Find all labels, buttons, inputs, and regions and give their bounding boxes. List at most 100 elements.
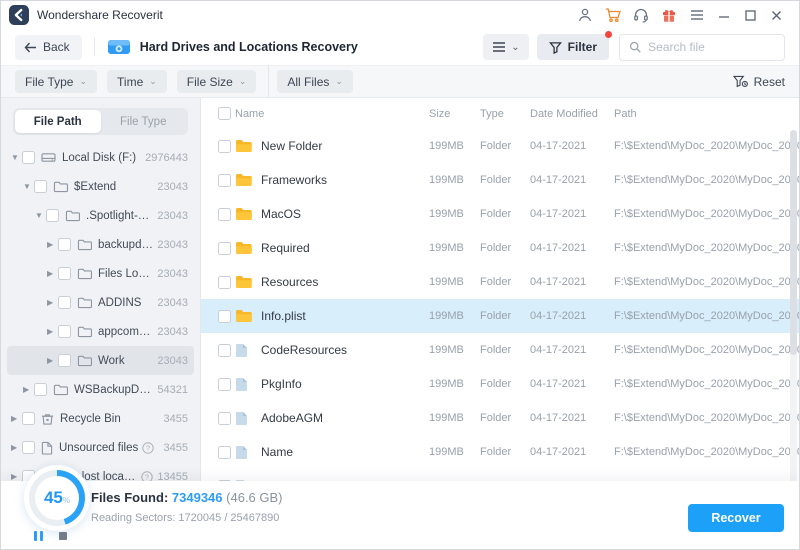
tree-item-work[interactable]: ▶ Work 23043 xyxy=(7,346,194,375)
table-row[interactable]: AdobeAGM 199MB Folder 04-17-2021 F:\$Extend\… xyxy=(201,401,799,435)
gift-icon[interactable] xyxy=(655,3,683,27)
collapse-arrow-icon[interactable]: ▶ xyxy=(47,298,58,307)
tree-checkbox[interactable] xyxy=(22,441,35,454)
column-date-modified[interactable]: Date Modified xyxy=(530,108,614,120)
tab-file-type[interactable]: File Type xyxy=(101,110,187,133)
filter-button[interactable]: Filter xyxy=(536,31,612,60)
minimize-button[interactable] xyxy=(711,3,737,27)
table-row[interactable]: Info.plist 199MB Folder 04-17-2021 F:\$Exten… xyxy=(201,299,799,333)
table-row[interactable]: PkgInfo 199MB Folder 04-17-2021 F:\$Extend\M… xyxy=(201,367,799,401)
search-box[interactable] xyxy=(619,33,785,61)
tree-item-count: 23043 xyxy=(157,180,188,193)
tree-item-recycle-bin[interactable]: ▶ Recycle Bin 3455 xyxy=(7,404,194,433)
tree-checkbox[interactable] xyxy=(58,267,71,280)
tree-checkbox[interactable] xyxy=(22,151,35,164)
scrollbar-thumb[interactable] xyxy=(790,130,797,355)
table-row[interactable]: Resources 199MB Folder 04-17-2021 F:\$Extend… xyxy=(201,265,799,299)
filter-all-files[interactable]: All Files ⌄ xyxy=(277,70,353,93)
filter-time-label: Time xyxy=(117,74,144,89)
tree-item-count: 2976443 xyxy=(145,151,188,164)
folder-icon xyxy=(235,275,261,289)
column-type[interactable]: Type xyxy=(480,108,530,120)
close-button[interactable] xyxy=(763,3,789,27)
table-row[interactable]: Frameworks 199MB Folder 04-17-2021 F:\$Exten… xyxy=(201,163,799,197)
help-icon[interactable]: ? xyxy=(142,441,154,454)
column-path[interactable]: Path xyxy=(614,108,799,120)
tree-checkbox[interactable] xyxy=(46,209,59,222)
row-checkbox[interactable] xyxy=(218,309,231,323)
tree-checkbox[interactable] xyxy=(58,238,71,251)
tree-item-unsourced-files[interactable]: ▶ Unsourced files? 3455 xyxy=(7,433,194,462)
tab-file-path[interactable]: File Path xyxy=(15,110,101,133)
table-row[interactable]: MacOS 199MB Folder 04-17-2021 F:\$Extend\MyD… xyxy=(201,197,799,231)
collapse-arrow-icon[interactable]: ▶ xyxy=(47,240,58,249)
row-checkbox[interactable] xyxy=(218,411,231,425)
row-checkbox[interactable] xyxy=(218,139,231,153)
expand-arrow-icon[interactable]: ▼ xyxy=(35,211,46,220)
expand-arrow-icon[interactable]: ▼ xyxy=(11,153,22,162)
collapse-arrow-icon[interactable]: ▶ xyxy=(47,269,58,278)
collapse-arrow-icon[interactable]: ▶ xyxy=(11,443,22,452)
file-icon xyxy=(235,411,261,426)
expand-arrow-icon[interactable]: ▼ xyxy=(23,182,34,191)
reset-filter-button[interactable]: Reset xyxy=(732,75,785,89)
row-checkbox[interactable] xyxy=(218,207,231,221)
tree-checkbox[interactable] xyxy=(34,383,47,396)
search-input[interactable] xyxy=(648,40,775,54)
tree-item-backupdata[interactable]: ▶ backupdata 23043 xyxy=(7,230,194,259)
tree-item-label: Files Lost Origi... xyxy=(98,267,153,280)
stop-button[interactable] xyxy=(59,532,67,540)
select-all-checkbox[interactable] xyxy=(218,107,231,120)
pause-button[interactable] xyxy=(34,531,43,541)
filter-file-size[interactable]: File Size ⌄ xyxy=(176,70,257,93)
reading-sectors-status: Reading Sectors: 1720045 / 25467890 xyxy=(91,512,280,524)
tree-item-appcompat[interactable]: ▶ appcompat 23043 xyxy=(7,317,194,346)
user-account-icon[interactable] xyxy=(571,3,599,27)
column-size[interactable]: Size xyxy=(429,108,480,120)
recover-button[interactable]: Recover xyxy=(688,504,784,532)
cell-type: Folder xyxy=(480,174,512,186)
trash-icon xyxy=(41,412,54,426)
cart-icon[interactable] xyxy=(599,3,627,27)
tree-item-label: Recycle Bin xyxy=(60,412,121,425)
tree-checkbox[interactable] xyxy=(58,296,71,309)
row-checkbox[interactable] xyxy=(218,445,231,459)
tree-item-spotlight-v10000[interactable]: ▼ .Spotlight-V10000... 23043 xyxy=(7,201,194,230)
table-row[interactable]: Name 199MB Folder 04-17-2021 F:\$Extend\MyDo… xyxy=(201,435,799,469)
collapse-arrow-icon[interactable]: ▶ xyxy=(11,472,22,481)
tree-checkbox[interactable] xyxy=(22,412,35,425)
menu-list-icon[interactable] xyxy=(683,3,711,27)
maximize-button[interactable] xyxy=(737,3,763,27)
cell-size: 199MB xyxy=(429,208,464,220)
view-options-button[interactable]: ⌄ xyxy=(483,34,529,60)
row-checkbox[interactable] xyxy=(218,275,231,289)
tree-item-addins[interactable]: ▶ ADDINS 23043 xyxy=(7,288,194,317)
row-checkbox[interactable] xyxy=(218,343,231,357)
tree-item-extend[interactable]: ▼ $Extend 23043 xyxy=(7,172,194,201)
tree-checkbox[interactable] xyxy=(34,180,47,193)
column-name[interactable]: Name xyxy=(235,108,429,120)
row-checkbox[interactable] xyxy=(218,241,231,255)
progress-percent: 45 xyxy=(43,488,63,507)
cell-size: 199MB xyxy=(429,242,464,254)
support-headset-icon[interactable] xyxy=(627,3,655,27)
collapse-arrow-icon[interactable]: ▶ xyxy=(47,356,58,365)
row-checkbox[interactable] xyxy=(218,173,231,187)
collapse-arrow-icon[interactable]: ▶ xyxy=(23,385,34,394)
cell-name: Info.plist xyxy=(261,309,306,323)
tree-item-files-lost-origi[interactable]: ▶ Files Lost Origi... 23043 xyxy=(7,259,194,288)
filter-time[interactable]: Time ⌄ xyxy=(107,70,167,93)
row-checkbox[interactable] xyxy=(218,377,231,391)
filter-file-type[interactable]: File Type ⌄ xyxy=(15,70,98,93)
back-button[interactable]: Back xyxy=(15,34,82,60)
tree-item-wsbackupdata[interactable]: ▶ WSBackupData 54321 xyxy=(7,375,194,404)
tree-item-local-disk-f[interactable]: ▼ Local Disk (F:) 2976443 xyxy=(7,143,194,172)
table-scrollbar[interactable] xyxy=(790,130,797,483)
tree-checkbox[interactable] xyxy=(58,354,71,367)
table-row[interactable]: Required 199MB Folder 04-17-2021 F:\$Extend\… xyxy=(201,231,799,265)
tree-checkbox[interactable] xyxy=(58,325,71,338)
collapse-arrow-icon[interactable]: ▶ xyxy=(47,327,58,336)
table-row[interactable]: CodeResources 199MB Folder 04-17-2021 F:\$Ex… xyxy=(201,333,799,367)
collapse-arrow-icon[interactable]: ▶ xyxy=(11,414,22,423)
table-row[interactable]: New Folder 199MB Folder 04-17-2021 F:\$Exten… xyxy=(201,129,799,163)
